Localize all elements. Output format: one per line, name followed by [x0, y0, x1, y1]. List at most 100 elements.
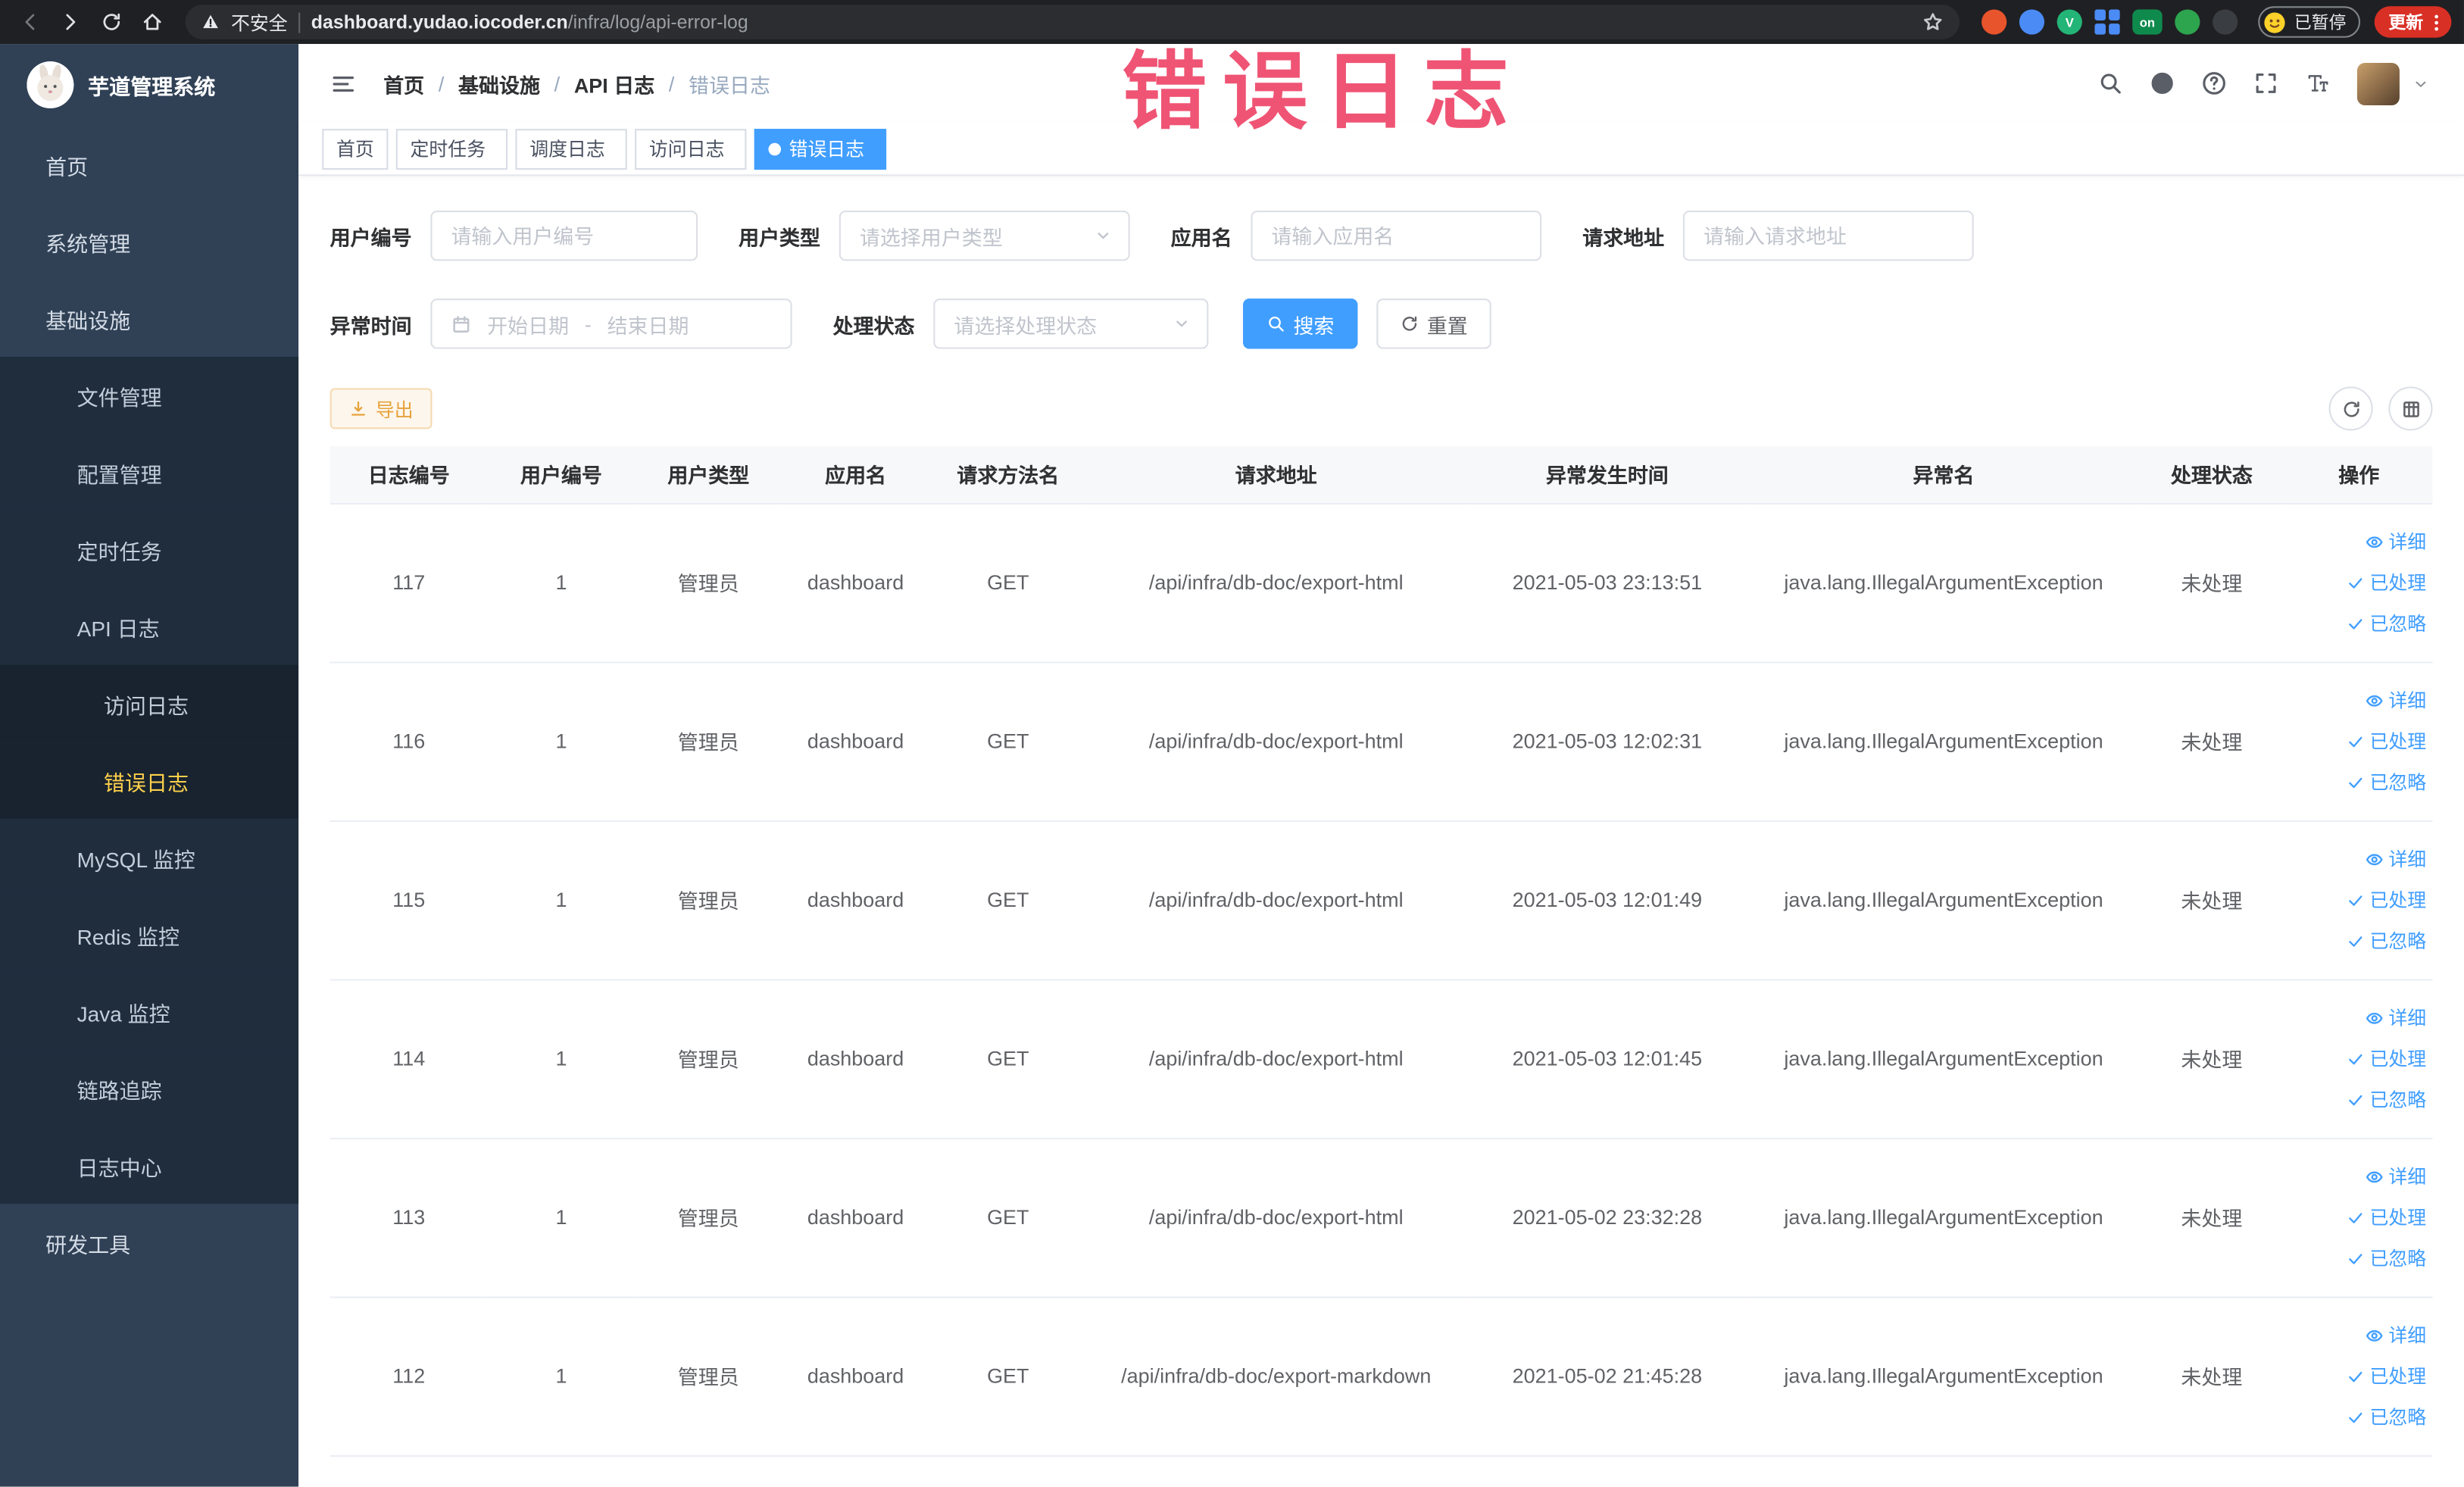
tab-调度日志[interactable]: 调度日志	[515, 128, 627, 170]
sidebar-item-java[interactable]: Java 监控	[0, 973, 299, 1050]
sidebar-item-file[interactable]: 文件管理	[0, 356, 299, 434]
cell-exception-name: java.lang.IllegalArgumentException	[1749, 661, 2138, 821]
extension-green-sprout[interactable]	[2175, 9, 2200, 35]
help-icon[interactable]	[2202, 70, 2227, 95]
sidebar-item-system[interactable]: 系统管理	[0, 203, 298, 280]
mark-processed-link[interactable]: 已处理	[2291, 720, 2426, 761]
column-header: 异常发生时间	[1465, 446, 1750, 504]
sidebar-item-log-center[interactable]: 日志中心	[0, 1126, 299, 1204]
detail-link[interactable]: 详细	[2291, 1314, 2426, 1355]
extension-green-v[interactable]: V	[2056, 9, 2082, 35]
sidebar-item-label: Redis 监控	[77, 924, 180, 949]
fullscreen-icon[interactable]	[2253, 70, 2278, 95]
cell-request-method: GET	[929, 502, 1087, 663]
sidebar-item-home[interactable]: 首页	[0, 126, 298, 203]
reload-button[interactable]	[94, 5, 129, 39]
forward-button[interactable]	[54, 5, 89, 39]
mark-processed-link[interactable]: 已处理	[2291, 1038, 2426, 1079]
mark-processed-link[interactable]: 已处理	[2291, 1355, 2426, 1396]
sidebar-item-mysql[interactable]: MySQL 监控	[0, 818, 299, 896]
sidebar-item-devtools[interactable]: 研发工具	[0, 1204, 298, 1281]
user-id-label: 用户编号	[329, 225, 412, 249]
detail-link[interactable]: 详细	[2291, 997, 2426, 1038]
request-url-input[interactable]	[1683, 210, 1974, 261]
column-settings-button[interactable]	[2388, 386, 2433, 431]
extension-blue-grid[interactable]	[2094, 9, 2120, 35]
chrome-update-button[interactable]: 更新	[2374, 6, 2452, 38]
refresh-table-button[interactable]	[2328, 386, 2373, 431]
detail-link[interactable]: 详细	[2291, 839, 2426, 879]
check-icon	[2346, 573, 2365, 592]
user-type-select[interactable]: 请选择用户类型	[839, 210, 1130, 261]
tab-首页[interactable]: 首页	[322, 128, 389, 170]
search-icon	[1266, 314, 1285, 333]
breadcrumb-separator: /	[438, 71, 445, 95]
github-icon[interactable]	[2150, 70, 2175, 95]
chrome-menu-icon[interactable]	[2426, 12, 2447, 33]
profile-emoji-icon	[2263, 10, 2286, 33]
mark-ignored-link[interactable]: 已忽略	[2291, 920, 2426, 961]
sidebar-item-trace[interactable]: 链路追踪	[0, 1049, 299, 1127]
profile-paused-badge[interactable]: 已暂停	[2258, 6, 2361, 38]
bookmark-star-icon[interactable]	[1922, 11, 1944, 33]
detail-link[interactable]: 详细	[2291, 521, 2426, 562]
sidebar-item-infra[interactable]: 基础设施	[0, 280, 298, 357]
extension-on-badge[interactable]: on	[2132, 9, 2163, 35]
tab-定时任务[interactable]: 定时任务	[395, 128, 508, 170]
mark-ignored-link[interactable]: 已忽略	[2291, 1238, 2426, 1279]
process-status-select[interactable]: 请选择处理状态	[933, 298, 1209, 349]
extension-paw[interactable]	[2213, 9, 2238, 35]
update-label: 更新	[2388, 14, 2424, 33]
table-row[interactable]: 113 1 管理员 dashboard GET /api/infra/db-do…	[329, 1138, 2433, 1298]
mark-ignored-link[interactable]: 已忽略	[2291, 603, 2426, 644]
sidebar-item-job[interactable]: 定时任务	[0, 511, 299, 588]
hamburger-icon[interactable]	[330, 70, 357, 96]
filter-row-2: 异常时间 开始日期 - 结束日期 处理状态 请选择处理状态 搜索 重置	[330, 298, 2433, 349]
font-size-icon[interactable]	[2305, 70, 2330, 95]
user-avatar[interactable]	[2356, 61, 2400, 105]
extension-orange-circle[interactable]	[1982, 9, 2007, 35]
sidebar-item-redis[interactable]: Redis 监控	[0, 895, 299, 973]
breadcrumb-item[interactable]: API 日志	[574, 68, 654, 98]
export-button[interactable]: 导出	[329, 388, 433, 430]
tab-错误日志[interactable]: 错误日志	[754, 128, 887, 170]
check-icon	[2346, 773, 2365, 792]
mark-processed-link[interactable]: 已处理	[2291, 562, 2426, 603]
sidebar-item-error-log[interactable]: 错误日志	[0, 742, 299, 819]
tab-访问日志[interactable]: 访问日志	[635, 128, 747, 170]
breadcrumb-item[interactable]: 首页	[383, 68, 424, 98]
table-row[interactable]: 115 1 管理员 dashboard GET /api/infra/db-do…	[329, 820, 2433, 980]
sidebar-item-api-log[interactable]: API 日志	[0, 587, 299, 665]
sidebar-item-access-log[interactable]: 访问日志	[0, 664, 299, 742]
back-button[interactable]	[13, 5, 48, 39]
table-row[interactable]: 114 1 管理员 dashboard GET /api/infra/db-do…	[329, 979, 2433, 1139]
exception-time-range-picker[interactable]: 开始日期 - 结束日期	[430, 298, 792, 349]
detail-link[interactable]: 详细	[2291, 679, 2426, 720]
cell-request-url: /api/infra/db-doc/export-html	[1086, 979, 1466, 1139]
mark-processed-link[interactable]: 已处理	[2291, 1197, 2426, 1238]
mark-processed-link[interactable]: 已处理	[2291, 879, 2426, 920]
breadcrumb-item[interactable]: 基础设施	[458, 68, 540, 98]
address-bar[interactable]: 不安全 dashboard.yudao.iocoder.cn/infra/log…	[185, 5, 1960, 39]
detail-link[interactable]: 详细	[2291, 1156, 2426, 1197]
extension-blue-drop[interactable]	[2019, 9, 2045, 35]
mark-ignored-link[interactable]: 已忽略	[2291, 1079, 2426, 1120]
cell-log-id: 115	[329, 820, 488, 980]
mark-ignored-link[interactable]: 已忽略	[2291, 761, 2426, 802]
home-button[interactable]	[135, 5, 170, 39]
user-id-input[interactable]	[430, 210, 698, 261]
search-button[interactable]: 搜索	[1243, 298, 1358, 349]
user-type-placeholder: 请选择用户类型	[859, 225, 1003, 249]
app-name-input[interactable]	[1251, 210, 1542, 261]
cell-user-type: 管理员	[635, 979, 782, 1139]
avatar-caret-down-icon[interactable]	[2412, 75, 2430, 92]
table-row[interactable]: 112 1 管理员 dashboard GET /api/infra/db-do…	[329, 1296, 2433, 1457]
table-row[interactable]: 116 1 管理员 dashboard GET /api/infra/db-do…	[329, 661, 2433, 821]
cell-request-url: /api/infra/db-doc/export-html	[1086, 502, 1466, 663]
mark-ignored-link[interactable]: 已忽略	[2291, 1396, 2426, 1437]
date-range-separator: -	[584, 311, 592, 336]
table-row[interactable]: 117 1 管理员 dashboard GET /api/infra/db-do…	[329, 502, 2433, 663]
header-search-icon[interactable]	[2098, 70, 2123, 95]
sidebar-item-config[interactable]: 配置管理	[0, 433, 299, 511]
reset-button[interactable]: 重置	[1376, 298, 1491, 349]
